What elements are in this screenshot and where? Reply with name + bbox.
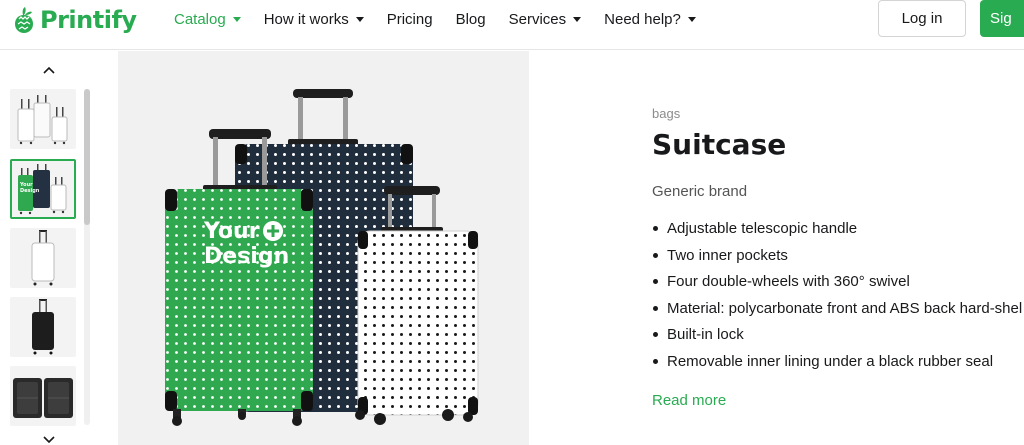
nav-blog-label: Blog	[455, 10, 486, 28]
caret-down-icon	[232, 17, 241, 22]
nav-need-help-label: Need help?	[604, 10, 681, 28]
thumbnail-white-single[interactable]	[10, 228, 76, 288]
main-product-image[interactable]: Your Design	[118, 51, 529, 445]
caret-down-icon	[573, 17, 582, 22]
thumbnail-scrollbar[interactable]	[84, 89, 90, 425]
logo-wordmark: Printify	[40, 6, 137, 34]
feature-item: Adjustable telescopic handle	[652, 220, 1024, 247]
product-title: Suitcase	[652, 128, 787, 161]
caret-down-icon	[687, 17, 696, 22]
your-design-text: Design	[204, 244, 289, 269]
nav-pricing[interactable]: Pricing	[387, 11, 433, 28]
suitcase-set-illustration: Your Design	[165, 89, 479, 426]
chevron-down-icon[interactable]	[42, 435, 56, 445]
feature-item: Material: polycarbonate front and ABS ba…	[652, 300, 1024, 327]
feature-item: Built-in lock	[652, 326, 1024, 353]
thumbnail-white-set[interactable]	[10, 89, 76, 149]
thumbnail-open-interior[interactable]	[10, 366, 76, 426]
caret-down-icon	[355, 17, 364, 22]
thumbnail-black-single[interactable]	[10, 297, 76, 357]
nav-how-it-works[interactable]: How it works	[264, 11, 364, 28]
suitcase-image	[31, 230, 55, 286]
thumbnail-gallery: Your Design	[0, 51, 118, 445]
suitcase-set-image	[17, 95, 68, 145]
nav-pricing-label: Pricing	[386, 10, 433, 28]
scrollbar-thumb[interactable]	[84, 89, 90, 225]
feature-item: Four double-wheels with 360° swivel	[652, 273, 1024, 300]
nav-catalog[interactable]: Catalog	[174, 11, 241, 28]
nav-how-it-works-label: How it works	[263, 10, 349, 28]
feature-item: Two inner pockets	[652, 247, 1024, 274]
nav-blog[interactable]: Blog	[456, 11, 486, 28]
product-category[interactable]: bags	[652, 106, 680, 121]
nav-catalog-label: Catalog	[174, 10, 226, 28]
your-design-text: Your	[203, 219, 260, 244]
nav-services[interactable]: Services	[509, 11, 582, 28]
site-header: Printify Catalog How it works Pricing Bl…	[0, 0, 1024, 50]
main-nav: Catalog How it works Pricing Blog Servic…	[174, 0, 719, 38]
feature-list: Adjustable telescopic handle Two inner p…	[652, 220, 1024, 380]
read-more-link[interactable]: Read more	[652, 392, 726, 409]
nav-services-label: Services	[508, 10, 567, 28]
svg-text:Design: Design	[20, 188, 40, 194]
feature-item: Removable inner lining under a black rub…	[652, 353, 1024, 380]
signup-button[interactable]: Sig	[980, 0, 1024, 37]
login-button[interactable]: Log in	[878, 0, 966, 37]
thumbnail-green-design-set[interactable]: Your Design	[10, 159, 76, 219]
printify-logo-icon	[15, 7, 33, 33]
product-brand: Generic brand	[652, 183, 748, 200]
printify-logo[interactable]: Printify	[12, 2, 137, 38]
chevron-up-icon[interactable]	[42, 63, 56, 77]
nav-need-help[interactable]: Need help?	[604, 11, 696, 28]
suitcase-image	[32, 299, 54, 355]
suitcase-open-image	[13, 378, 73, 418]
suitcase-set-image: Your Design	[18, 164, 67, 215]
